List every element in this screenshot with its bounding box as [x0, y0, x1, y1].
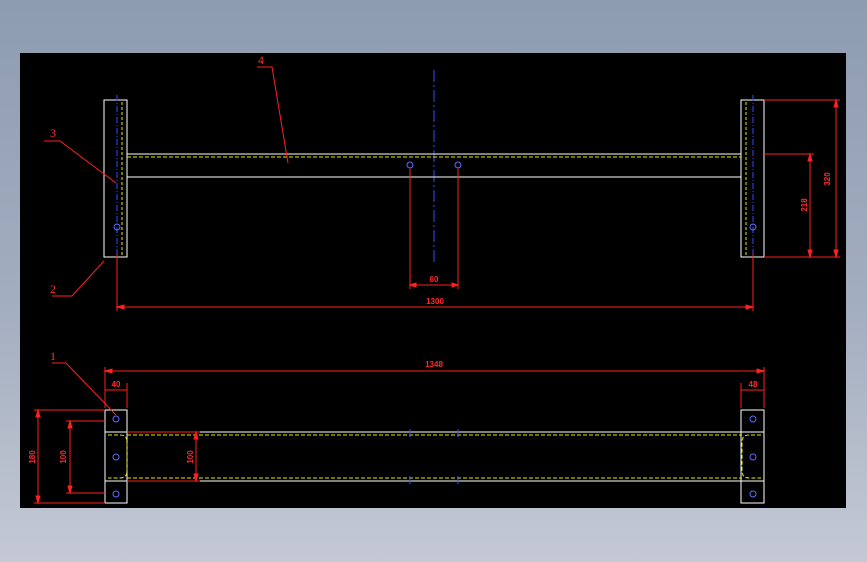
plan-view: 1348 40 48 180 100 100 1 — [28, 349, 766, 505]
dim-1348-text: 1348 — [425, 360, 443, 369]
part-label-2: 2 — [50, 282, 56, 296]
cad-drawing: 60 1300 218 320 4 3 2 1348 40 48 180 100… — [28, 53, 840, 505]
dim-218-text: 218 — [800, 198, 809, 212]
beam-hole-left — [406, 161, 414, 169]
left-end-plate — [103, 99, 128, 258]
beam-hole-right — [454, 161, 462, 169]
dim-320-text: 320 — [823, 172, 832, 186]
dim-48-text: 48 — [749, 380, 758, 389]
plan-left-hole-top — [112, 415, 120, 423]
plan-left-hole-middle — [112, 453, 120, 461]
plan-beam-hidden-lines — [108, 434, 761, 479]
right-end-plate — [740, 99, 765, 258]
part-leaders-front — [44, 66, 289, 297]
plan-left-end-plate — [104, 409, 128, 504]
front-view: 60 1300 218 320 4 3 2 — [44, 53, 840, 311]
dim-1300-text: 1300 — [426, 297, 444, 306]
cad-drawing-area: 60 1300 218 320 4 3 2 1348 40 48 180 100… — [20, 53, 846, 508]
part-label-4: 4 — [258, 53, 264, 67]
plan-right-hole-bottom — [749, 490, 757, 498]
dim-100-inner-text: 100 — [59, 450, 68, 464]
dimension-plan-depth-inner — [66, 419, 105, 495]
dim-100-beam-text: 100 — [186, 450, 195, 464]
plan-right-hole-top — [749, 415, 757, 423]
part-label-3: 3 — [50, 126, 56, 140]
plan-right-end-plate — [740, 409, 765, 504]
part-label-1: 1 — [50, 349, 56, 363]
dim-60-text: 60 — [430, 275, 439, 284]
dim-180-text: 180 — [28, 450, 37, 464]
plan-left-hole-bottom — [112, 490, 120, 498]
plan-right-hole-middle — [749, 453, 757, 461]
plan-center-marks — [409, 429, 459, 484]
dim-40-text: 40 — [112, 380, 121, 389]
dimension-plan-overall — [103, 367, 766, 408]
